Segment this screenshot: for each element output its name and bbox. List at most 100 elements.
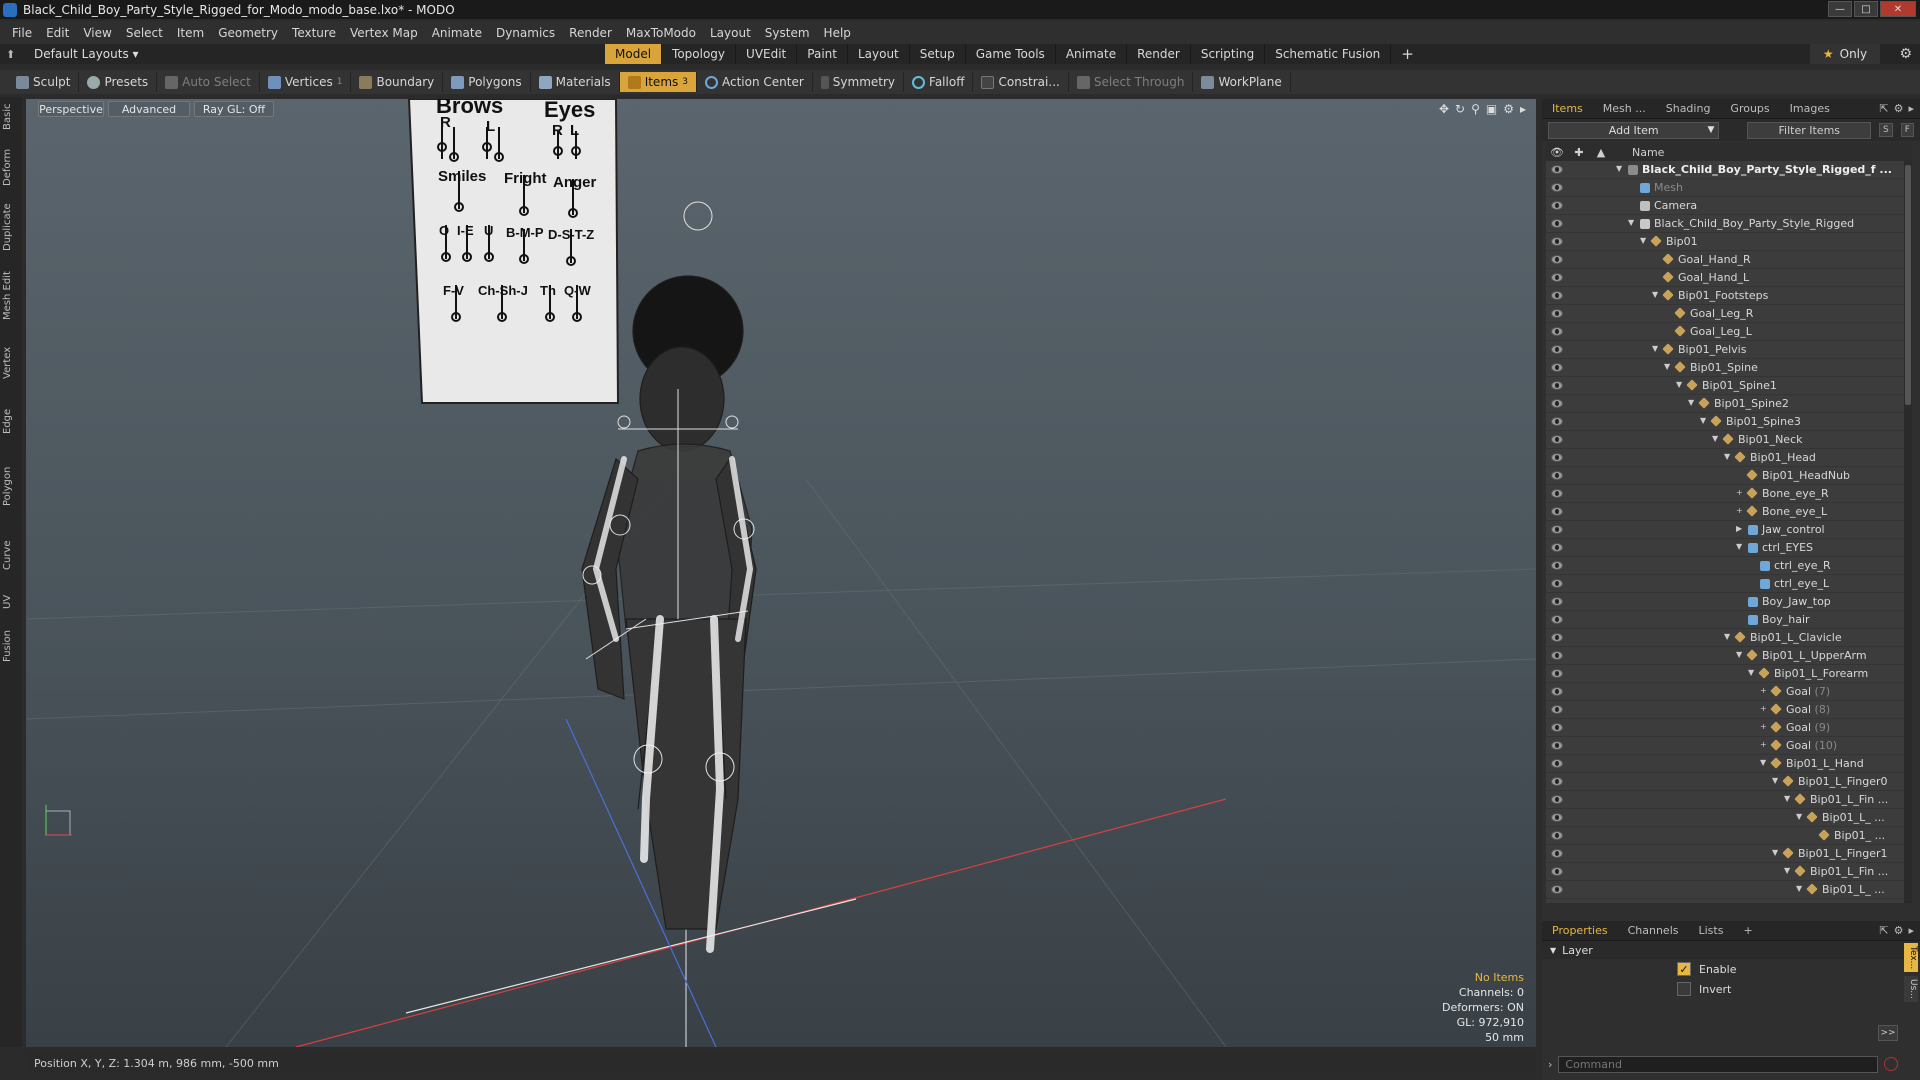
chevron-down-icon[interactable]: ▼ — [1664, 362, 1670, 371]
clear-command-icon[interactable] — [1884, 1057, 1899, 1071]
left-tab-deform[interactable]: Deform — [2, 142, 20, 192]
constraints-button[interactable]: Constrai... — [973, 72, 1069, 92]
chevron-down-icon[interactable]: ▼ — [1628, 218, 1634, 227]
filter-items-input[interactable]: Filter Items — [1747, 121, 1872, 139]
chevron-down-icon[interactable]: ▼ — [1616, 164, 1622, 173]
visibility-eye-icon[interactable] — [1551, 759, 1563, 768]
invert-checkbox[interactable] — [1677, 982, 1691, 996]
left-tab-mesh-edit[interactable]: Mesh Edit — [2, 262, 20, 330]
visibility-eye-icon[interactable] — [1551, 219, 1563, 228]
menu-layout[interactable]: Layout — [703, 26, 758, 40]
visibility-eye-icon[interactable] — [1551, 615, 1563, 624]
tree-row[interactable]: ▼ Bip01_L_ ... — [1546, 881, 1912, 899]
items-button[interactable]: Items 3 — [619, 72, 697, 92]
expand-plus-icon[interactable]: + — [1736, 488, 1743, 497]
tree-row[interactable]: Boy_Jaw_top — [1546, 593, 1912, 611]
rotate-view-icon[interactable]: ↻ — [1455, 102, 1465, 116]
visibility-eye-icon[interactable] — [1551, 741, 1563, 750]
chevron-right-icon[interactable]: ▶ — [1736, 524, 1742, 533]
menu-file[interactable]: File — [5, 26, 39, 40]
tab-uvedit[interactable]: UVEdit — [736, 44, 798, 64]
tree-row[interactable]: ▼ Bip01_Footsteps — [1546, 287, 1912, 305]
visibility-eye-icon[interactable] — [1551, 597, 1563, 606]
chevron-down-icon[interactable]: ▼ — [1760, 758, 1766, 767]
tree-row[interactable]: ▼ Bip01_L_ ... — [1546, 809, 1912, 827]
tab-topology[interactable]: Topology — [662, 44, 737, 64]
visibility-eye-icon[interactable] — [1551, 525, 1563, 534]
visibility-eye-icon[interactable] — [1551, 885, 1563, 894]
chevron-down-icon[interactable]: ▼ — [1784, 794, 1790, 803]
tree-row[interactable]: Goal_Hand_R — [1546, 251, 1912, 269]
more-button[interactable]: >> — [1878, 1025, 1898, 1041]
menu-item[interactable]: Item — [170, 26, 211, 40]
menu-dynamics[interactable]: Dynamics — [489, 26, 562, 40]
menu-select[interactable]: Select — [119, 26, 170, 40]
perspective-button[interactable]: Perspective — [38, 101, 104, 117]
s-button[interactable]: S — [1879, 123, 1893, 137]
properties-arrow-icon[interactable]: ▸ — [1908, 924, 1914, 937]
chevron-down-icon[interactable]: ▼ — [1736, 650, 1742, 659]
expand-properties-icon[interactable]: ⇱ — [1879, 924, 1888, 937]
visibility-eye-icon[interactable] — [1551, 363, 1563, 372]
chevron-down-icon[interactable]: ▼ — [1700, 416, 1706, 425]
visibility-eye-icon[interactable] — [1551, 399, 1563, 408]
chevron-down-icon[interactable]: ▼ — [1640, 236, 1646, 245]
symmetry-button[interactable]: Symmetry — [813, 72, 905, 92]
command-input[interactable] — [1558, 1055, 1879, 1073]
menu-texture[interactable]: Texture — [285, 26, 343, 40]
left-tab-polygon[interactable]: Polygon — [2, 452, 20, 520]
visibility-eye-icon[interactable] — [1551, 345, 1563, 354]
expand-plus-icon[interactable]: + — [1736, 506, 1743, 515]
sculpt-button[interactable]: Sculpt — [8, 72, 80, 92]
tree-row[interactable]: ▶ Jaw_control — [1546, 521, 1912, 539]
chevron-down-icon[interactable]: ▼ — [1724, 452, 1730, 461]
items-tab-groups[interactable]: Groups — [1720, 99, 1779, 119]
tree-row[interactable]: ▼ Bip01_L_Forearm — [1546, 665, 1912, 683]
presets-button[interactable]: Presets — [79, 72, 158, 92]
visibility-eye-icon[interactable] — [1551, 237, 1563, 246]
chevron-down-icon[interactable]: ▼ — [1688, 398, 1694, 407]
layouts-dropdown[interactable]: Default Layouts ▾ — [34, 47, 139, 61]
visibility-eye-icon[interactable] — [1551, 831, 1563, 840]
visibility-eye-icon[interactable] — [1551, 813, 1563, 822]
tree-row[interactable]: ▼ Bip01_Spine2 — [1546, 395, 1912, 413]
tree-row[interactable]: + Goal (7) — [1546, 683, 1912, 701]
items-tab-mesh[interactable]: Mesh ... — [1593, 99, 1656, 119]
tree-scrollbar[interactable] — [1904, 161, 1912, 903]
items-tab-images[interactable]: Images — [1780, 99, 1840, 119]
tree-row[interactable]: ▼ Bip01_L_UpperArm — [1546, 647, 1912, 665]
visibility-eye-icon[interactable] — [1551, 309, 1563, 318]
tree-row[interactable]: ▼ ctrl_EYES — [1546, 539, 1912, 557]
chevron-down-icon[interactable]: ▼ — [1652, 290, 1658, 299]
move-view-icon[interactable]: ✥ — [1439, 102, 1449, 116]
select-through-button[interactable]: Select Through — [1069, 72, 1194, 92]
visibility-eye-icon[interactable] — [1551, 201, 1563, 210]
tree-row[interactable]: ▼ Bip01_L_Finger1 — [1546, 845, 1912, 863]
tree-row[interactable]: ▼ Bip01_Spine3 — [1546, 413, 1912, 431]
expand-panel-icon[interactable]: ⇱ — [1879, 102, 1888, 115]
visibility-eye-icon[interactable] — [1551, 165, 1563, 174]
tree-row[interactable]: ctrl_eye_L — [1546, 575, 1912, 593]
visibility-eye-icon[interactable] — [1551, 471, 1563, 480]
tree-row[interactable]: ▼ Bip01_L_Fin ... — [1546, 863, 1912, 881]
chevron-down-icon[interactable]: ▼ — [1748, 668, 1754, 677]
tree-row[interactable]: + Bone_eye_R — [1546, 485, 1912, 503]
add-tab-button[interactable]: + — [1391, 44, 1424, 64]
gear-icon[interactable]: ⚙ — [1899, 46, 1912, 62]
expand-plus-icon[interactable]: + — [1760, 704, 1767, 713]
properties-tab-add[interactable]: + — [1733, 921, 1762, 941]
tree-row[interactable]: ctrl_eye_R — [1546, 557, 1912, 575]
tree-row[interactable]: Mesh — [1546, 179, 1912, 197]
visibility-eye-icon[interactable] — [1551, 867, 1563, 876]
falloff-button[interactable]: Falloff — [904, 72, 974, 92]
visibility-eye-icon[interactable] — [1551, 795, 1563, 804]
tree-row[interactable]: ▼ Bip01_L_Finger0 — [1546, 773, 1912, 791]
close-button[interactable]: ✕ — [1880, 1, 1916, 17]
workplane-button[interactable]: WorkPlane — [1193, 72, 1291, 92]
visibility-eye-icon[interactable] — [1551, 255, 1563, 264]
left-tab-vertex[interactable]: Vertex — [2, 335, 20, 391]
tree-row[interactable]: Boy_hair — [1546, 611, 1912, 629]
visibility-eye-icon[interactable] — [1551, 453, 1563, 462]
visibility-eye-icon[interactable] — [1551, 507, 1563, 516]
visibility-eye-icon[interactable] — [1551, 579, 1563, 588]
